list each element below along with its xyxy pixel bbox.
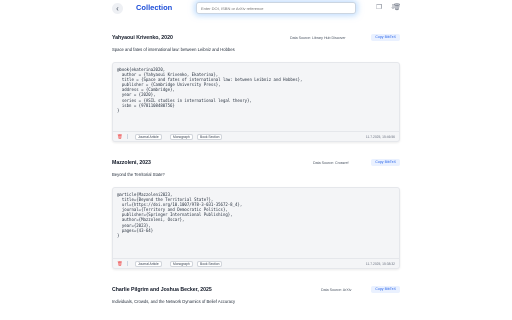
entry-card: Yahyaoui Krivenko, 2020 Data Source: Lib… (112, 34, 400, 142)
tag-monograph[interactable]: Monograph (170, 134, 193, 140)
entry-title: Space and fates of international law: be… (112, 47, 235, 52)
tag-journal-article[interactable]: Journal Article (135, 261, 162, 267)
entry-author: Yahyaoui Krivenko, 2020 (112, 35, 173, 41)
divider (127, 261, 128, 266)
entry-title: Beyond the Territorial State? (112, 172, 165, 177)
entry-timestamp: 11.7.2025, 15:38:32 (365, 262, 395, 266)
tag-book-section[interactable]: Book Section (197, 134, 223, 140)
entry-card: Charlie Pilgrim and Joshua Becker, 2025 … (112, 286, 400, 304)
back-button[interactable]: ‹ (112, 3, 123, 14)
top-bar: ‹ Collection ❐ ⇩ 🗑 (0, 0, 512, 17)
delete-icon: 🗑 (392, 4, 402, 11)
copy-bibtex-button[interactable]: Copy BibTeX (371, 286, 400, 293)
entry-source: Data Source: ArXiv (321, 288, 352, 292)
delete-all-button[interactable]: 🗑 (392, 3, 402, 13)
entry-timestamp: 11.7.2025, 15:46:56 (365, 135, 395, 139)
trash-icon: 🗑 (117, 261, 123, 266)
entry-author: Charlie Pilgrim and Joshua Becker, 2025 (112, 287, 212, 293)
copy-bibtex-button[interactable]: Copy BibTeX (371, 159, 400, 166)
page-title: Collection (136, 3, 173, 12)
entry-card: Mazzoleni, 2023 Data Source: Crossref Co… (112, 159, 400, 269)
entry-title: Individuals, Crowds, and the Network Dyn… (112, 299, 236, 304)
search-input[interactable] (196, 2, 356, 14)
tag-monograph[interactable]: Monograph (170, 261, 193, 267)
bibtex-code[interactable]: @article{Mazzoleni2023, title={Beyond th… (113, 188, 399, 238)
trash-icon: 🗑 (117, 134, 123, 139)
copy-icon: ❐ (376, 4, 382, 11)
bibtex-block: @article{Mazzoleni2023, title={Beyond th… (112, 187, 400, 269)
entry-author: Mazzoleni, 2023 (112, 160, 151, 166)
arrow-left-icon: ‹ (116, 4, 119, 13)
entry-footer: 🗑 Journal Article Monograph Book Section… (113, 258, 399, 268)
divider (127, 134, 128, 139)
bibtex-code[interactable]: @book{ekaterina2020, author = {Yahyaoui … (113, 63, 399, 113)
entry-footer: 🗑 Journal Article Monograph Book Section… (113, 131, 399, 141)
tag-book-section[interactable]: Book Section (197, 261, 223, 267)
entry-source: Data Source: Library Hub Discover (290, 36, 346, 40)
entry-source: Data Source: Crossref (313, 161, 349, 165)
delete-entry-button[interactable]: 🗑 (117, 261, 123, 267)
bibtex-block: @book{ekaterina2020, author = {Yahyaoui … (112, 62, 400, 142)
tag-journal-article[interactable]: Journal Article (135, 134, 162, 140)
copy-all-button[interactable]: ❐ (374, 3, 384, 13)
copy-bibtex-button[interactable]: Copy BibTeX (371, 34, 400, 41)
delete-entry-button[interactable]: 🗑 (117, 134, 123, 140)
